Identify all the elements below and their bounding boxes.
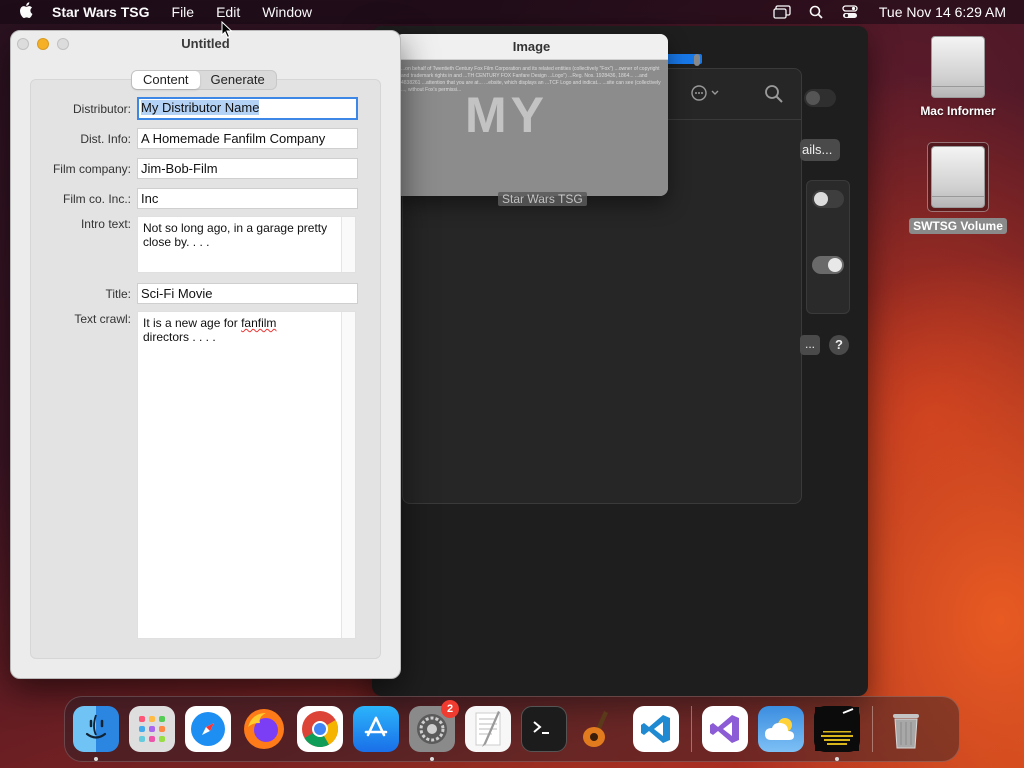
desktop-icon-swtsg-volume[interactable]: SWTSG Volume <box>904 142 1012 234</box>
menu-app-name[interactable]: Star Wars TSG <box>52 4 150 20</box>
scroll-indicator <box>694 54 700 66</box>
menu-window[interactable]: Window <box>262 4 312 20</box>
spelling-flagged-word: fanfilm <box>241 316 277 330</box>
trash-icon[interactable] <box>883 706 929 752</box>
film-co-inc-field[interactable]: Inc <box>137 188 358 209</box>
app-store-icon[interactable] <box>353 706 399 752</box>
image-window-title: Image <box>395 34 668 60</box>
mouse-pointer-icon <box>221 20 233 42</box>
intro-text-label: Intro text: <box>80 217 131 231</box>
text-crawl-label: Text crawl: <box>74 312 131 326</box>
desktop-icon-mac-informer[interactable]: Mac Informer <box>910 36 1006 118</box>
dist-info-label: Dist. Info: <box>80 132 131 146</box>
search-icon[interactable] <box>764 84 784 107</box>
distributor-field[interactable]: My Distributor Name <box>137 97 358 120</box>
garageband-icon[interactable] <box>577 706 623 752</box>
apple-menu-icon[interactable] <box>0 2 52 22</box>
image-preview: ...on behalf of Twentieth Century Fox Fi… <box>395 60 668 196</box>
untitled-document-window: Untitled Content Generate Distributor: M… <box>10 30 401 679</box>
running-indicator <box>94 757 98 761</box>
visual-studio-icon[interactable] <box>702 706 748 752</box>
ellipsis-button[interactable]: ... <box>800 335 820 355</box>
disk-drive-icon <box>931 36 985 98</box>
toggle-switch-off[interactable] <box>812 190 844 208</box>
film-company-label: Film company: <box>52 162 131 176</box>
text-crawl-end: directors . . . . <box>143 330 216 344</box>
film-co-inc-label: Film co. Inc.: <box>62 192 131 206</box>
minimize-window-button[interactable] <box>37 38 49 50</box>
zoom-window-button[interactable] <box>57 38 69 50</box>
window-titlebar[interactable]: Untitled <box>11 31 400 57</box>
intro-text-area[interactable]: Not so long ago, in a garage pretty clos… <box>137 216 356 273</box>
firefox-icon[interactable] <box>241 706 287 752</box>
screen-mirroring-icon[interactable] <box>773 5 791 19</box>
help-button[interactable]: ? <box>829 335 849 355</box>
textedit-icon[interactable] <box>465 706 511 752</box>
running-indicator <box>835 757 839 761</box>
chevron-down-icon <box>711 90 719 95</box>
intro-text-value: Not so long ago, in a garage pretty clos… <box>143 221 331 249</box>
selection-frame <box>927 142 989 212</box>
dock-separator <box>872 706 873 752</box>
tab-selector: Content Generate <box>131 70 277 90</box>
menu-bar-clock[interactable]: Tue Nov 14 6:29 AM <box>879 4 1006 20</box>
dock: 2 <box>64 696 960 762</box>
text-crawl-area[interactable]: It is a new age for fanfilm directors . … <box>137 311 356 639</box>
title-label: Title: <box>105 287 131 301</box>
dist-info-field[interactable]: A Homemade Fanfilm Company <box>137 128 358 149</box>
launchpad-icon[interactable] <box>129 706 175 752</box>
visual-studio-code-icon[interactable] <box>633 706 679 752</box>
safari-icon[interactable] <box>185 706 231 752</box>
finder-icon[interactable] <box>73 706 119 761</box>
spotlight-search-icon[interactable] <box>807 5 825 19</box>
film-company-field[interactable]: Jim-Bob-Film <box>137 158 358 179</box>
image-caption: Star Wars TSG <box>498 192 587 206</box>
text-crawl-value: It is a new age for fanfilm directors . … <box>143 316 333 344</box>
desktop-icon-label: SWTSG Volume <box>909 218 1007 234</box>
menu-edit[interactable]: Edit <box>216 4 240 20</box>
disk-drive-icon <box>931 146 985 208</box>
image-window: Image ...on behalf of Twentieth Century … <box>395 34 668 196</box>
desktop-icon-label: Mac Informer <box>920 104 996 118</box>
text-crawl-start: It is a new age for <box>143 316 242 330</box>
control-center-icon[interactable] <box>841 5 859 19</box>
toggle-switch-on[interactable] <box>812 256 844 274</box>
toggle-switch[interactable] <box>804 89 836 107</box>
tab-content[interactable]: Content <box>132 71 200 89</box>
system-settings-icon[interactable]: 2 <box>409 700 459 761</box>
dock-separator <box>691 706 692 752</box>
toggle-knob <box>828 258 842 272</box>
details-button[interactable]: ails... <box>800 139 840 161</box>
image-watermark: MY <box>465 87 548 143</box>
more-options-icon[interactable] <box>690 84 720 102</box>
intro-text-scrollbar[interactable] <box>341 217 355 272</box>
terminal-icon[interactable] <box>521 706 567 752</box>
menu-bar: Star Wars TSG File Edit Window Tue Nov 1… <box>0 0 1024 24</box>
tab-generate[interactable]: Generate <box>200 71 276 89</box>
text-crawl-scrollbar[interactable] <box>341 312 355 638</box>
weather-icon[interactable] <box>758 706 804 752</box>
toggle-knob <box>814 192 828 206</box>
title-field[interactable]: Sci-Fi Movie <box>137 283 358 304</box>
running-indicator <box>430 757 434 761</box>
chrome-icon[interactable] <box>297 706 343 752</box>
notification-badge: 2 <box>441 700 459 718</box>
close-window-button[interactable] <box>17 38 29 50</box>
distributor-label: Distributor: <box>72 102 131 116</box>
menu-file[interactable]: File <box>172 4 195 20</box>
toggle-knob <box>806 91 820 105</box>
distributor-value: My Distributor Name <box>141 100 260 115</box>
star-wars-tsg-icon[interactable] <box>814 706 860 761</box>
